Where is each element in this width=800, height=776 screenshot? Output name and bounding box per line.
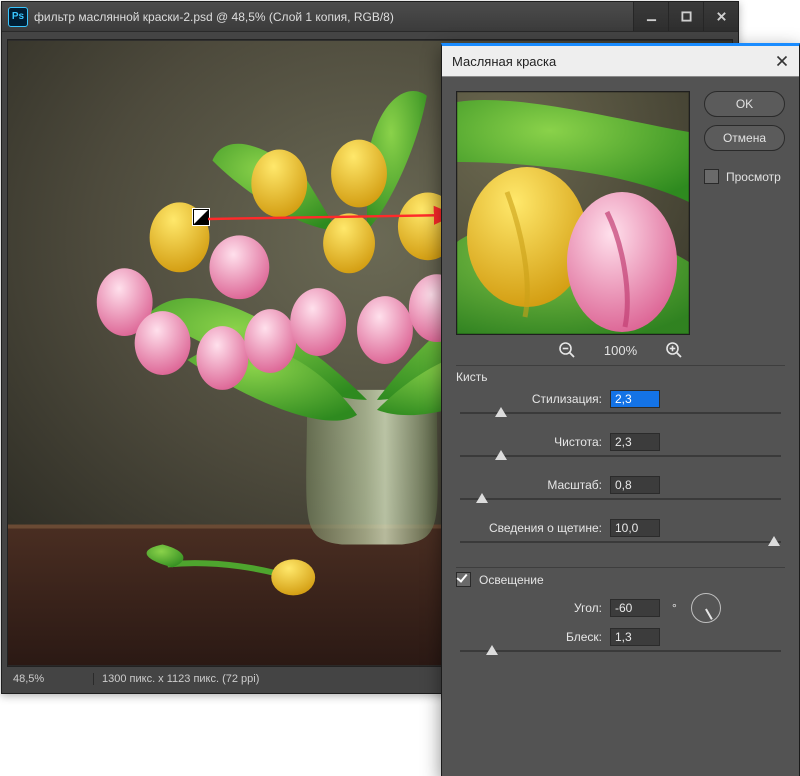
dialog-close-button[interactable]: [771, 50, 793, 72]
preview-checkbox[interactable]: [704, 169, 719, 184]
angle-input[interactable]: [610, 599, 660, 617]
preview-zoom-value: 100%: [604, 343, 637, 358]
stylization-param: Стилизация:: [456, 390, 785, 428]
preview-zoom-row: 100%: [442, 341, 799, 359]
preview-source-marker[interactable]: [193, 209, 209, 225]
scale-param: Масштаб:: [456, 476, 785, 514]
stylization-label: Стилизация:: [460, 392, 602, 406]
ok-button[interactable]: OK: [704, 91, 785, 117]
status-dimensions: 1300 пикс. x 1123 пикс. (72 ppi): [94, 673, 259, 685]
window-controls: [633, 2, 738, 31]
shine-param: Блеск:: [456, 628, 785, 666]
lighting-panel-title-row[interactable]: Освещение: [456, 572, 785, 587]
preview-checkbox-label: Просмотр: [726, 170, 781, 184]
cleanliness-input[interactable]: [610, 433, 660, 451]
scale-slider[interactable]: [460, 494, 781, 514]
angle-label: Угол:: [460, 601, 602, 615]
filter-preview[interactable]: [456, 91, 690, 335]
bristle-param: Сведения о щетине:: [456, 519, 785, 557]
angle-dial[interactable]: [691, 593, 721, 623]
preview-checkbox-row[interactable]: Просмотр: [704, 169, 785, 184]
cleanliness-param: Чистота:: [456, 433, 785, 471]
scale-label: Масштаб:: [460, 478, 602, 492]
cleanliness-slider[interactable]: [460, 451, 781, 471]
photoshop-logo-icon: Ps: [8, 7, 28, 27]
cancel-button[interactable]: Отмена: [704, 125, 785, 151]
dialog-title: Масляная краска: [452, 54, 556, 69]
scale-input[interactable]: [610, 476, 660, 494]
status-zoom[interactable]: 48,5%: [7, 673, 94, 685]
dialog-titlebar[interactable]: Масляная краска: [442, 46, 799, 77]
dialog-body: OK Отмена Просмотр: [442, 77, 799, 345]
window-title: фильтр маслянной краски-2.psd @ 48,5% (С…: [34, 10, 394, 24]
close-button[interactable]: [703, 2, 738, 31]
minimize-button[interactable]: [633, 2, 668, 31]
degree-symbol: °: [672, 601, 677, 615]
angle-param: Угол: °: [456, 593, 785, 623]
titlebar[interactable]: Ps фильтр маслянной краски-2.psd @ 48,5%…: [2, 2, 738, 32]
dialog-button-column: OK Отмена Просмотр: [704, 91, 785, 335]
shine-label: Блеск:: [460, 630, 602, 644]
shine-input[interactable]: [610, 628, 660, 646]
oil-paint-dialog: Масляная краска: [441, 43, 800, 776]
shine-slider[interactable]: [460, 646, 781, 666]
stage: Ps фильтр маслянной краски-2.psd @ 48,5%…: [0, 0, 800, 776]
bristle-slider[interactable]: [460, 537, 781, 557]
cleanliness-label: Чистота:: [460, 435, 602, 449]
lighting-checkbox[interactable]: [456, 572, 471, 587]
brush-panel-title: Кисть: [456, 370, 785, 384]
bristle-input[interactable]: [610, 519, 660, 537]
stylization-input[interactable]: [610, 390, 660, 408]
brush-panel: Кисть Стилизация: Чистота:: [456, 365, 785, 557]
zoom-out-icon[interactable]: [558, 341, 576, 359]
bristle-label: Сведения о щетине:: [460, 521, 602, 535]
lighting-panel-title: Освещение: [479, 573, 544, 587]
maximize-button[interactable]: [668, 2, 703, 31]
lighting-panel: Освещение Угол: ° Блеск:: [456, 567, 785, 666]
zoom-in-icon[interactable]: [665, 341, 683, 359]
stylization-slider[interactable]: [460, 408, 781, 428]
